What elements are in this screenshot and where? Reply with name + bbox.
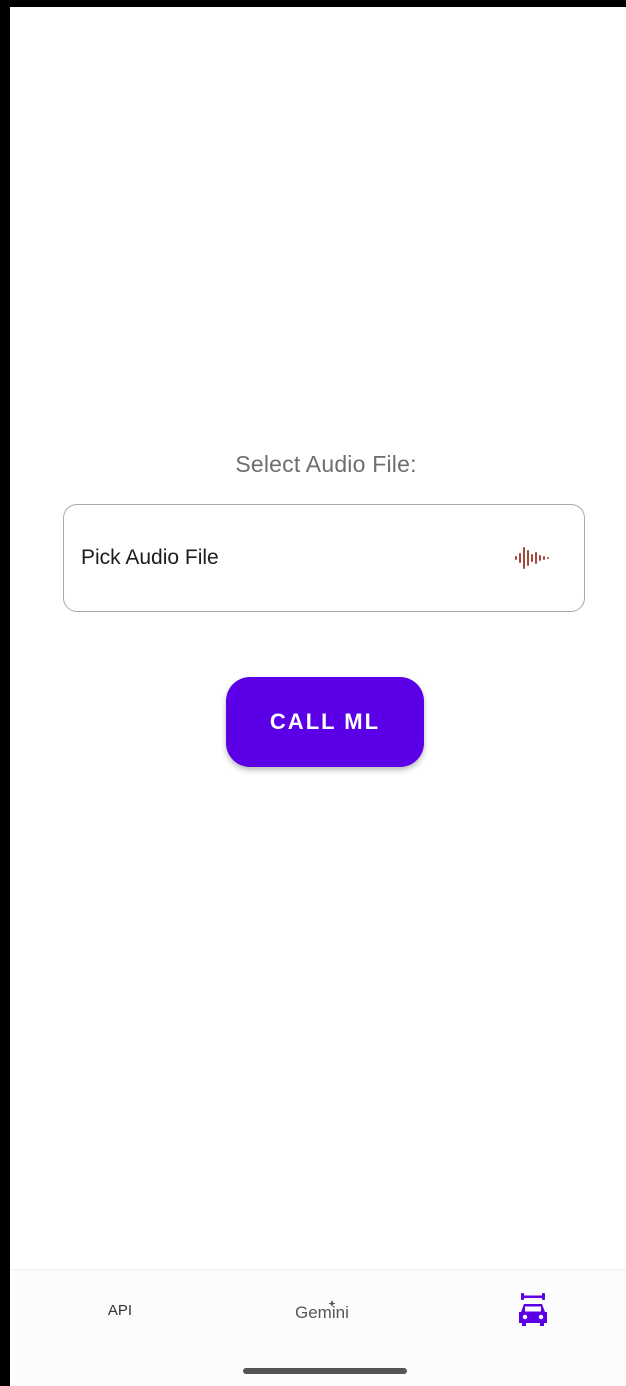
picker-label: Pick Audio File	[81, 546, 219, 569]
svg-text:Gemini: Gemini	[295, 1303, 349, 1322]
device-bezel-top	[0, 0, 626, 7]
nav-item-car-repair[interactable]	[480, 1270, 585, 1350]
nav-item-api[interactable]: API	[65, 1270, 175, 1350]
app-content: Select Audio File: Pick Audio File CALL …	[10, 7, 626, 1386]
nav-item-gemini[interactable]: Gemini	[270, 1270, 380, 1350]
call-ml-button[interactable]: CALL ML	[226, 677, 424, 767]
device-bezel-left	[0, 0, 10, 1386]
phone-screen: Select Audio File: Pick Audio File CALL …	[0, 0, 626, 1386]
car-repair-icon	[518, 1293, 547, 1326]
audio-file-picker[interactable]: Pick Audio File	[63, 504, 585, 612]
home-indicator[interactable]	[243, 1368, 407, 1374]
select-audio-prompt: Select Audio File:	[235, 451, 417, 477]
gemini-logo-icon: Gemini	[295, 1300, 349, 1322]
audio-waveform-icon	[515, 547, 549, 569]
nav-item-api-label: API	[107, 1301, 133, 1319]
